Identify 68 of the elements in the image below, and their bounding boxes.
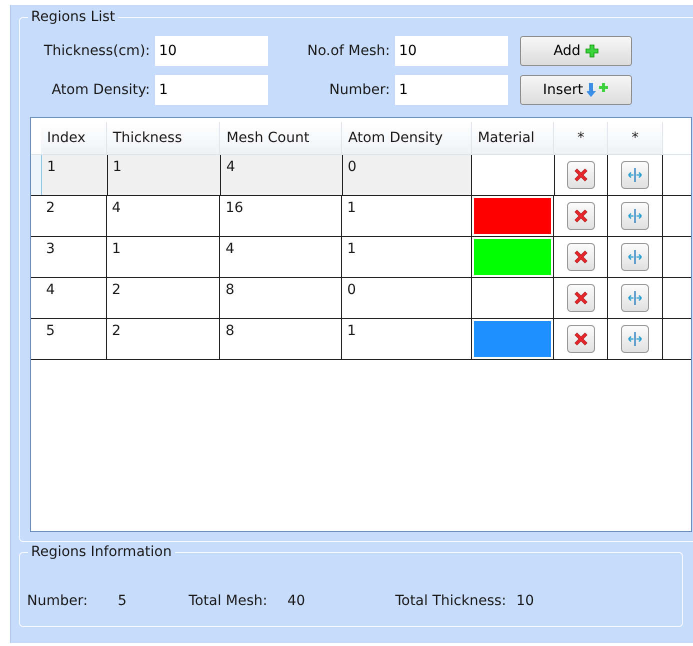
row-selector[interactable] — [31, 155, 42, 195]
table-cell: 4 — [41, 278, 107, 318]
info-label: Total Mesh: — [188, 592, 268, 608]
close-icon — [572, 290, 589, 306]
table-cell: 3 — [41, 237, 107, 277]
table-cell: 2 — [41, 196, 107, 236]
table-cell: 0 — [342, 155, 472, 195]
input-field[interactable]: 10 — [155, 36, 268, 66]
table-cell: 2 — [106, 278, 220, 318]
split-arrows-icon — [626, 167, 644, 183]
close-icon — [572, 208, 589, 224]
column-header[interactable]: Mesh Count — [220, 122, 342, 154]
close-icon — [573, 167, 590, 183]
table-cell: 1 — [342, 319, 472, 359]
table-cell: 4 — [106, 196, 220, 236]
info-value: 10 — [516, 592, 534, 608]
field-label: Number: — [328, 82, 391, 98]
close-icon — [572, 249, 589, 265]
split-arrows-icon — [626, 331, 644, 347]
split-arrows-icon — [626, 208, 644, 224]
split-button[interactable] — [621, 161, 650, 189]
split-button[interactable] — [621, 325, 650, 353]
table-cell: 1 — [342, 237, 472, 277]
column-header[interactable]: Atom Density — [342, 122, 472, 154]
field-label: Thickness(cm): — [42, 43, 151, 59]
input-field[interactable]: 1 — [395, 75, 508, 105]
column-header[interactable]: Index — [41, 122, 107, 154]
table-cell: 8 — [220, 278, 342, 318]
split-button[interactable] — [621, 243, 650, 271]
table-cell: 1 — [108, 155, 222, 195]
insert-button[interactable]: Insert — [520, 75, 632, 105]
table-cell: 1 — [106, 237, 220, 277]
table-cell: 0 — [342, 278, 472, 318]
field-label: No.of Mesh: — [306, 43, 391, 59]
group-title: Regions Information — [28, 544, 175, 560]
table-cell: 8 — [220, 319, 342, 359]
delete-button[interactable] — [566, 284, 595, 312]
delete-button[interactable] — [566, 325, 595, 353]
delete-button[interactable] — [566, 202, 595, 230]
add-button[interactable]: Add — [520, 36, 632, 66]
split-arrows-icon — [626, 290, 644, 306]
arrow-plus-icon — [587, 82, 610, 98]
plus-icon — [584, 44, 599, 58]
split-button[interactable] — [621, 202, 650, 230]
info-value: 5 — [118, 592, 127, 608]
table-cell: 2 — [106, 319, 220, 359]
input-field[interactable]: 10 — [395, 36, 508, 66]
column-header[interactable]: Material — [472, 122, 554, 154]
info-label: Number: — [27, 592, 88, 608]
delete-button[interactable] — [566, 243, 595, 271]
close-icon — [572, 331, 589, 347]
group-title: Regions List — [28, 9, 118, 25]
table-cell: 4 — [220, 237, 342, 277]
input-field[interactable]: 1 — [155, 75, 268, 105]
column-header[interactable]: Thickness — [106, 122, 220, 154]
column-header[interactable]: * — [608, 122, 664, 154]
split-arrows-icon — [626, 249, 644, 265]
delete-button[interactable] — [567, 161, 596, 189]
column-header[interactable]: * — [554, 122, 608, 154]
table-cell: 1 — [42, 155, 108, 195]
info-label: Total Thickness: — [395, 592, 506, 608]
table-cell: 16 — [220, 196, 342, 236]
table-cell: 4 — [221, 155, 343, 195]
table-cell: 5 — [41, 319, 107, 359]
split-button[interactable] — [621, 284, 650, 312]
field-label: Atom Density: — [50, 82, 151, 98]
info-value: 40 — [287, 592, 306, 608]
table-cell: 1 — [342, 196, 472, 236]
